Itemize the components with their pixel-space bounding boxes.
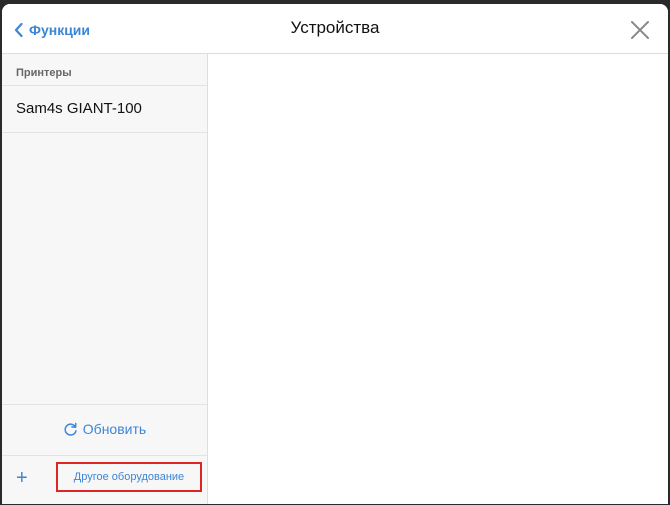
add-button[interactable]: +: [16, 468, 30, 488]
sidebar-footer: + Другое оборудование: [2, 455, 207, 504]
detail-pane: [208, 54, 668, 504]
page-title: Устройства: [290, 18, 380, 37]
other-equipment-button[interactable]: Другое оборудование: [56, 462, 202, 492]
list-item-label: Sam4s GIANT-100: [16, 100, 142, 117]
sidebar: Принтеры Sam4s GIANT-100 Обновить + Друг…: [2, 54, 208, 504]
refresh-area: Обновить: [2, 404, 207, 455]
list-item-printer[interactable]: Sam4s GIANT-100: [2, 86, 207, 133]
devices-modal: Функции Устройства Принтеры Sam4s GIANT-…: [2, 4, 668, 504]
refresh-button-label: Обновить: [82, 421, 147, 437]
other-equipment-label: Другое оборудование: [73, 471, 185, 483]
section-header-printers: Принтеры: [2, 54, 207, 86]
close-icon: [631, 21, 649, 39]
close-button[interactable]: [630, 20, 650, 40]
refresh-icon: [64, 422, 77, 436]
navigation-bar: Функции Устройства: [2, 4, 668, 54]
refresh-button[interactable]: Обновить: [2, 421, 207, 437]
section-header-label: Принтеры: [16, 67, 72, 79]
plus-icon: +: [16, 467, 28, 489]
